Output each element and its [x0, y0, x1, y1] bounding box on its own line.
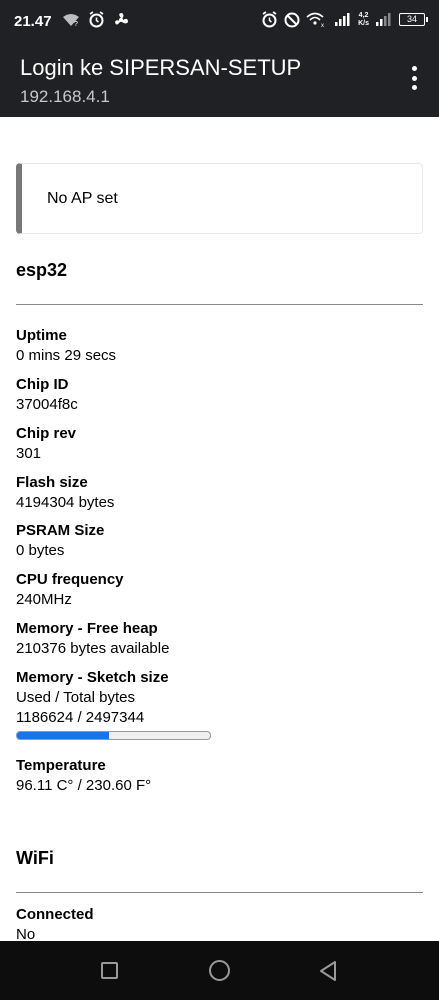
info-label: Connected [16, 906, 94, 923]
section-title-esp32: esp32 [16, 260, 68, 280]
sketch-usage-progress-bar [16, 731, 211, 740]
section-title-wifi: WiFi [16, 848, 54, 868]
info-value: 4194304 bytes [16, 494, 115, 511]
info-label: Memory - Free heap [16, 620, 158, 637]
back-button[interactable] [318, 960, 338, 982]
info-value: 240MHz [16, 591, 72, 608]
status-time: 21.47 [14, 13, 52, 30]
info-label: CPU frequency [16, 571, 124, 588]
battery-level: 34 [406, 14, 417, 24]
wifi-question-icon: ? [63, 13, 79, 27]
status-bar: 21.47 ? x 4,2 K/s 34 [0, 0, 439, 44]
cell-signal-2-icon [376, 13, 391, 26]
info-item-chip-rev: Chip rev 301 [16, 424, 423, 463]
do-not-disturb-icon [284, 12, 300, 27]
info-label: Flash size [16, 474, 88, 491]
network-speed: 4,2 K/s [358, 12, 369, 28]
info-value: 0 bytes [16, 542, 65, 559]
info-value: 301 [16, 445, 42, 462]
svg-text:x: x [321, 23, 324, 28]
network-speed-unit: K/s [358, 19, 369, 27]
info-value-secondary: 1186624 / 2497344 [16, 709, 145, 726]
info-item-chip-id: Chip ID 37004f8c [16, 375, 423, 414]
message-box: No AP set [16, 163, 423, 234]
info-item-cpu-frequency: CPU frequency 240MHz [16, 570, 423, 609]
alarm-icon [89, 11, 104, 28]
info-label: Chip rev [16, 425, 77, 442]
info-item-psram-size: PSRAM Size 0 bytes [16, 521, 423, 560]
info-value: 0 mins 29 secs [16, 347, 117, 364]
page-url: 192.168.4.1 [20, 87, 110, 106]
info-item-free-heap: Memory - Free heap 210376 bytes availabl… [16, 619, 423, 658]
section-divider [16, 304, 423, 305]
info-item-sketch-size: Memory - Sketch size Used / Total bytes … [16, 668, 423, 727]
info-value: 37004f8c [16, 396, 78, 413]
progress-fill [17, 732, 109, 739]
svg-text:?: ? [74, 21, 78, 27]
page-title: Login ke SIPERSAN-SETUP [20, 55, 302, 80]
info-item-uptime: Uptime 0 mins 29 secs [16, 326, 423, 365]
info-value: 210376 bytes available [16, 640, 170, 657]
recents-button[interactable] [101, 962, 118, 979]
status-right-icons: x 4,2 K/s 34 [261, 11, 428, 28]
info-item-connected: Connected No [16, 905, 423, 944]
section-divider [16, 892, 423, 893]
cell-signal-icon [335, 13, 350, 26]
info-label: Memory - Sketch size [16, 669, 169, 686]
info-label: Chip ID [16, 376, 69, 393]
battery-icon: 34 [399, 13, 428, 26]
info-item-temperature: Temperature 96.11 C° / 230.60 F° [16, 756, 423, 795]
network-speed-value: 4,2 [358, 11, 369, 19]
app-bar: Login ke SIPERSAN-SETUP 192.168.4.1 [0, 44, 439, 117]
info-value: 96.11 C° / 230.60 F° [16, 777, 152, 794]
message-text: No AP set [47, 190, 118, 207]
fan-icon [115, 12, 128, 24]
home-button[interactable] [209, 960, 230, 981]
info-label: Uptime [16, 327, 67, 344]
overflow-menu-icon[interactable] [411, 66, 417, 90]
info-value: Used / Total bytes [16, 689, 135, 706]
info-label: Temperature [16, 757, 106, 774]
status-left-icons: ? [62, 11, 129, 28]
info-label: PSRAM Size [16, 522, 105, 539]
system-nav-bar [0, 941, 439, 1000]
alarm-icon [262, 11, 277, 28]
info-item-flash-size: Flash size 4194304 bytes [16, 473, 423, 512]
wifi-signal-icon: x [306, 12, 324, 28]
